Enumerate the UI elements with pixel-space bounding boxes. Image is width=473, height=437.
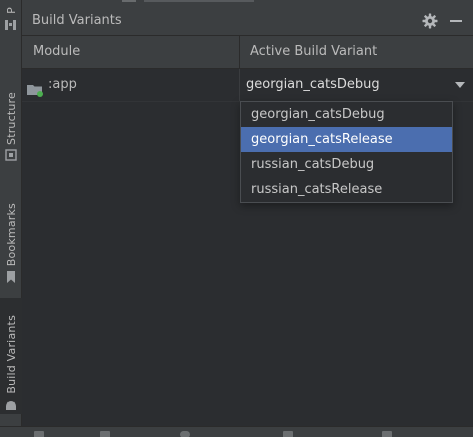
stripe-label-project: P xyxy=(4,7,18,14)
module-folder-icon xyxy=(26,78,44,97)
stripe-item-bookmarks[interactable]: Bookmarks xyxy=(0,194,22,286)
bottom-tool-icon[interactable] xyxy=(180,431,190,437)
left-tool-stripe: P Structure Bookmarks Build Variants xyxy=(0,0,22,437)
settings-button[interactable] xyxy=(417,8,443,34)
build-variants-panel: Build Variants Module Active Build Varia… xyxy=(22,0,473,437)
stripe-item-build-variants[interactable]: Build Variants xyxy=(0,298,22,414)
dropdown-option[interactable]: russian_catsRelease xyxy=(241,177,452,202)
ide-window: P Structure Bookmarks Build Variants Bui… xyxy=(0,0,473,437)
bottom-tool-icon[interactable] xyxy=(382,431,392,437)
chevron-down-icon[interactable] xyxy=(447,82,473,88)
variant-dropdown-list: georgian_catsDebug georgian_catsRelease … xyxy=(240,101,453,203)
bottom-tool-icon[interactable] xyxy=(100,431,110,437)
module-cell: :app xyxy=(22,69,240,101)
structure-icon xyxy=(4,149,18,162)
minimize-icon xyxy=(450,19,462,22)
gear-icon xyxy=(422,13,438,28)
stripe-label-build-variants: Build Variants xyxy=(4,315,18,394)
dropdown-option[interactable]: georgian_catsDebug xyxy=(241,102,452,127)
bottom-tool-icon[interactable] xyxy=(283,431,293,437)
stripe-label-bookmarks: Bookmarks xyxy=(4,202,18,266)
panel-titlebar: Build Variants xyxy=(22,6,473,36)
obscured-header-fragment xyxy=(122,0,254,2)
minimize-button[interactable] xyxy=(443,8,469,34)
project-icon xyxy=(4,18,18,32)
stripe-item-structure[interactable]: Structure xyxy=(0,92,22,164)
panel-title: Build Variants xyxy=(32,13,122,28)
variant-select-value: georgian_catsDebug xyxy=(246,77,380,92)
variant-select[interactable]: georgian_catsDebug xyxy=(240,69,473,101)
bookmark-icon xyxy=(4,270,18,284)
table-row[interactable]: :app georgian_catsDebug xyxy=(22,69,473,102)
stripe-label-structure: Structure xyxy=(4,92,18,145)
module-name: :app xyxy=(48,77,77,92)
bottom-tool-icon[interactable] xyxy=(34,431,44,437)
column-header-active-build-variant[interactable]: Active Build Variant xyxy=(240,36,473,68)
bottom-tool-strip xyxy=(0,426,473,437)
dropdown-option-highlighted[interactable]: georgian_catsRelease xyxy=(241,127,452,152)
build-variants-table: Module Active Build Variant :app georgia… xyxy=(22,36,473,437)
table-header: Module Active Build Variant xyxy=(22,36,473,69)
stripe-item-project[interactable]: P xyxy=(0,0,22,34)
android-icon xyxy=(4,398,18,412)
dropdown-option[interactable]: russian_catsDebug xyxy=(241,152,452,177)
column-header-module[interactable]: Module xyxy=(22,36,240,68)
